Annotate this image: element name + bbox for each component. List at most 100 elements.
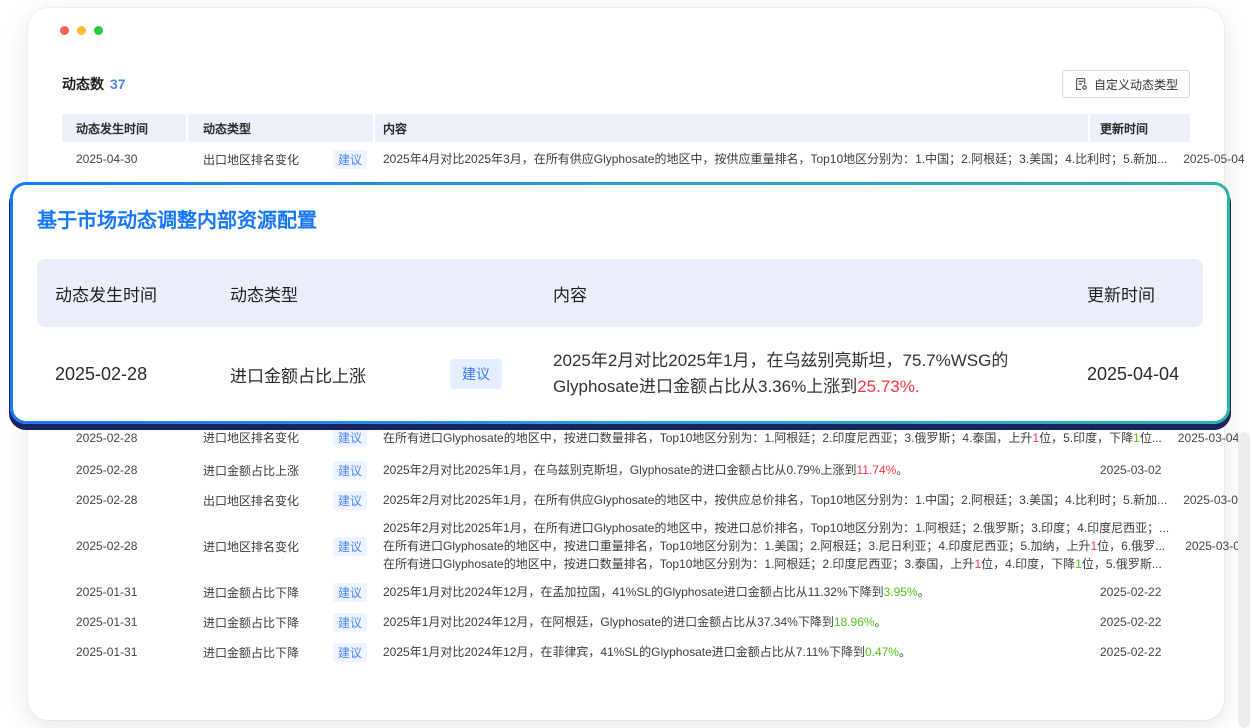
row-content: 2025年2月对比2025年1月，在乌兹别克斯坦，Glyphosate的进口金额… [375, 461, 1090, 479]
highlighted-value: 1 [1133, 431, 1140, 445]
content-line: 2025年1月对比2024年12月，在菲律宾，41%SL的Glyphosate进… [383, 643, 1084, 661]
window-controls [60, 26, 103, 35]
content-text: 2025年1月对比2024年12月，在阿根廷，Glyphosate的进口金额占比… [383, 615, 834, 629]
maximize-window-icon[interactable] [94, 26, 103, 35]
header-type: 动态类型 [188, 114, 373, 142]
highlight-card-body: 基于市场动态调整内部资源配置 动态发生时间 动态类型 内容 更新时间 2025-… [13, 185, 1227, 421]
table-row[interactable]: 2025-01-31 进口金额占比下降 建议 2025年1月对比2024年12月，在菲… [62, 637, 1190, 667]
header-occur-time: 动态发生时间 [37, 281, 207, 306]
highlight-table-header: 动态发生时间 动态类型 内容 更新时间 [37, 259, 1203, 327]
row-date: 2025-02-28 [62, 539, 188, 553]
row-type-cell: 进口金额占比上涨 建议 [188, 461, 375, 480]
suggestion-tag[interactable]: 建议 [333, 537, 367, 556]
table-row[interactable]: 2025-02-28进口金额占比上涨建议2025年2月对比2025年1月，在乌兹… [62, 455, 1190, 485]
table-row[interactable]: 2025-04-30出口地区排名变化建议 2025年4月对比2025年3月，在所有… [62, 142, 1190, 176]
content-line: 2025年2月对比2025年1月，在所有供应Glyphosate的地区中，按供应… [383, 491, 1167, 509]
highlight-card: 基于市场动态调整内部资源配置 动态发生时间 动态类型 内容 更新时间 2025-… [10, 182, 1230, 424]
highlight-card-title: 基于市场动态调整内部资源配置 [37, 208, 1203, 234]
row-updated: 2025-03-02 [1090, 463, 1190, 477]
highlighted-value: 18.96% [834, 615, 875, 629]
close-window-icon[interactable] [60, 26, 69, 35]
suggestion-tag[interactable]: 建议 [333, 643, 367, 662]
highlighted-value: 25.73%. [857, 377, 919, 396]
highlighted-value: 11.74% [856, 463, 896, 477]
table-row[interactable]: 2025-01-31进口金额占比下降建议2025年1月对比2024年12月，在阿… [62, 607, 1190, 637]
content-text: 2025年2月对比2025年1月，在所有进口Glyphosate的地区中，按进口… [383, 521, 1169, 535]
dynamics-count: 动态数 37 [62, 74, 126, 94]
content-text: 2025年2月对比2025年1月，在乌兹别克斯坦，Glyphosate的进口金额… [383, 463, 856, 477]
content-line: 2025年2月对比2025年1月，在所有进口Glyphosate的地区中，按进口… [383, 519, 1169, 537]
header-type: 动态类型 [207, 281, 417, 306]
highlighted-value: 0.47% [865, 645, 899, 659]
row-content: 2025年2月对比2025年1月，在所有进口Glyphosate的地区中，按进口… [375, 519, 1175, 573]
content-text: 2025年4月对比2025年3月，在所有供应Glyphosate的地区中，按供应… [383, 152, 1167, 166]
highlighted-value: 3.95% [884, 585, 918, 599]
row-type: 进口地区排名变化 [203, 429, 299, 446]
minimize-window-icon[interactable] [77, 26, 86, 35]
row-date: 2025-04-30 [62, 152, 188, 166]
content-text: 位，5.印度，下降 [1039, 431, 1133, 445]
suggestion-tag[interactable]: 建议 [450, 359, 502, 389]
content-line: 在所有进口Glyphosate的地区中，按进口重量排名，Top10地区分别为：1… [383, 537, 1169, 555]
highlight-table-row[interactable]: 2025-02-28 进口金额占比上涨 建议 2025年2月对比2025年1月，… [37, 327, 1203, 421]
content-text: 2025年1月对比2024年12月，在菲律宾，41%SL的Glyphosate进… [383, 645, 865, 659]
row-type-cell: 出口地区排名变化建议 [188, 150, 375, 169]
row-date: 2025-01-31 [62, 585, 188, 599]
row-date: 2025-02-28 [37, 364, 207, 385]
row-updated: 2025-02-22 [1090, 645, 1190, 659]
row-type: 进口金额占比下降 [203, 644, 299, 661]
suggestion-tag[interactable]: 建议 [333, 428, 367, 447]
vertical-scrollbar[interactable] [1238, 432, 1250, 728]
row-content: 2025年1月对比2024年12月，在孟加拉国，41%SL的Glyphosate… [375, 583, 1090, 601]
content-line: 2025年2月对比2025年1月，在乌兹别克斯坦，Glyphosate的进口金额… [383, 461, 1084, 479]
row-type: 出口地区排名变化 [203, 492, 299, 509]
table-row[interactable]: 2025-01-31 进口金额占比下降 建议 2025年1月对比2024年12月，在孟… [62, 577, 1190, 607]
content-line: 在所有进口Glyphosate的地区中，按进口数量排名，Top10地区分别为：1… [383, 429, 1162, 447]
header-update-time: 更新时间 [1067, 281, 1203, 306]
dynamics-count-label: 动态数 [62, 76, 104, 92]
customize-button-label: 自定义动态类型 [1094, 76, 1178, 93]
dynamics-count-value: 37 [110, 76, 126, 92]
row-type: 进口金额占比上涨 [207, 362, 417, 387]
row-updated: 2025-04-04 [1067, 364, 1203, 385]
highlighted-value: 1 [1075, 557, 1082, 571]
content-text: 在所有进口Glyphosate的地区中，按进口数量排名，Top10地区分别为：1… [383, 557, 974, 571]
content-text: 。 [899, 645, 911, 659]
row-type: 进口金额占比下降 [203, 584, 299, 601]
row-content: 在所有进口Glyphosate的地区中，按进口数量排名，Top10地区分别为：1… [375, 429, 1168, 447]
content-text: 。 [918, 585, 930, 599]
content-text: 位，6.俄罗... [1097, 539, 1165, 553]
toolbar: 动态数 37 自定义动态类型 [28, 8, 1224, 98]
table-row[interactable]: 2025-02-28 进口地区排名变化 建议 2025年2月对比2025年1月，在所有… [62, 515, 1190, 577]
suggestion-tag[interactable]: 建议 [333, 150, 367, 169]
row-type: 进口地区排名变化 [203, 538, 299, 555]
row-date: 2025-01-31 [62, 645, 188, 659]
suggestion-tag[interactable]: 建议 [333, 491, 367, 510]
content-text: 2025年2月对比2025年1月，在所有供应Glyphosate的地区中，按供应… [383, 493, 1167, 507]
content-text: 。 [875, 615, 887, 629]
header-occur-time: 动态发生时间 [62, 114, 186, 142]
suggestion-tag[interactable]: 建议 [333, 461, 367, 480]
header-update-time: 更新时间 [1090, 114, 1190, 142]
content-text: 2025年1月对比2024年12月，在孟加拉国，41%SL的Glyphosate… [383, 585, 884, 599]
content-line: 在所有进口Glyphosate的地区中，按进口数量排名，Top10地区分别为：1… [383, 555, 1169, 573]
document-gear-icon [1074, 77, 1088, 91]
header-content: 内容 [375, 114, 1088, 142]
row-type: 进口金额占比上涨 [203, 462, 299, 479]
table-row[interactable]: 2025-02-28 进口地区排名变化 建议在所有进口Glyphosate的地区中，… [62, 420, 1190, 455]
content-text: 。 [896, 463, 908, 477]
row-updated: 2025-02-22 [1090, 585, 1190, 599]
suggestion-tag[interactable]: 建议 [333, 613, 367, 632]
suggestion-tag[interactable]: 建议 [333, 583, 367, 602]
content-line: 2025年1月对比2024年12月，在孟加拉国，41%SL的Glyphosate… [383, 583, 1084, 601]
row-content: 2025年1月对比2024年12月，在菲律宾，41%SL的Glyphosate进… [375, 643, 1090, 661]
table-header: 动态发生时间 动态类型 内容 更新时间 [62, 114, 1190, 142]
table-row[interactable]: 2025-02-28出口地区排名变化建议2025年2月对比2025年1月，在所有… [62, 485, 1190, 515]
row-updated: 2025-05-04 [1173, 152, 1252, 166]
content-text: 位，5.俄罗斯... [1082, 557, 1162, 571]
row-date: 2025-02-28 [62, 431, 188, 445]
customize-dynamic-type-button[interactable]: 自定义动态类型 [1062, 70, 1190, 98]
row-type-cell: 进口金额占比下降 建议 [188, 643, 375, 662]
content-text: 2025年2月对比2025年1月，在乌兹别亮斯坦，75.7%WSG的Glypho… [553, 351, 1008, 396]
row-type: 进口金额占比下降 [203, 614, 299, 631]
